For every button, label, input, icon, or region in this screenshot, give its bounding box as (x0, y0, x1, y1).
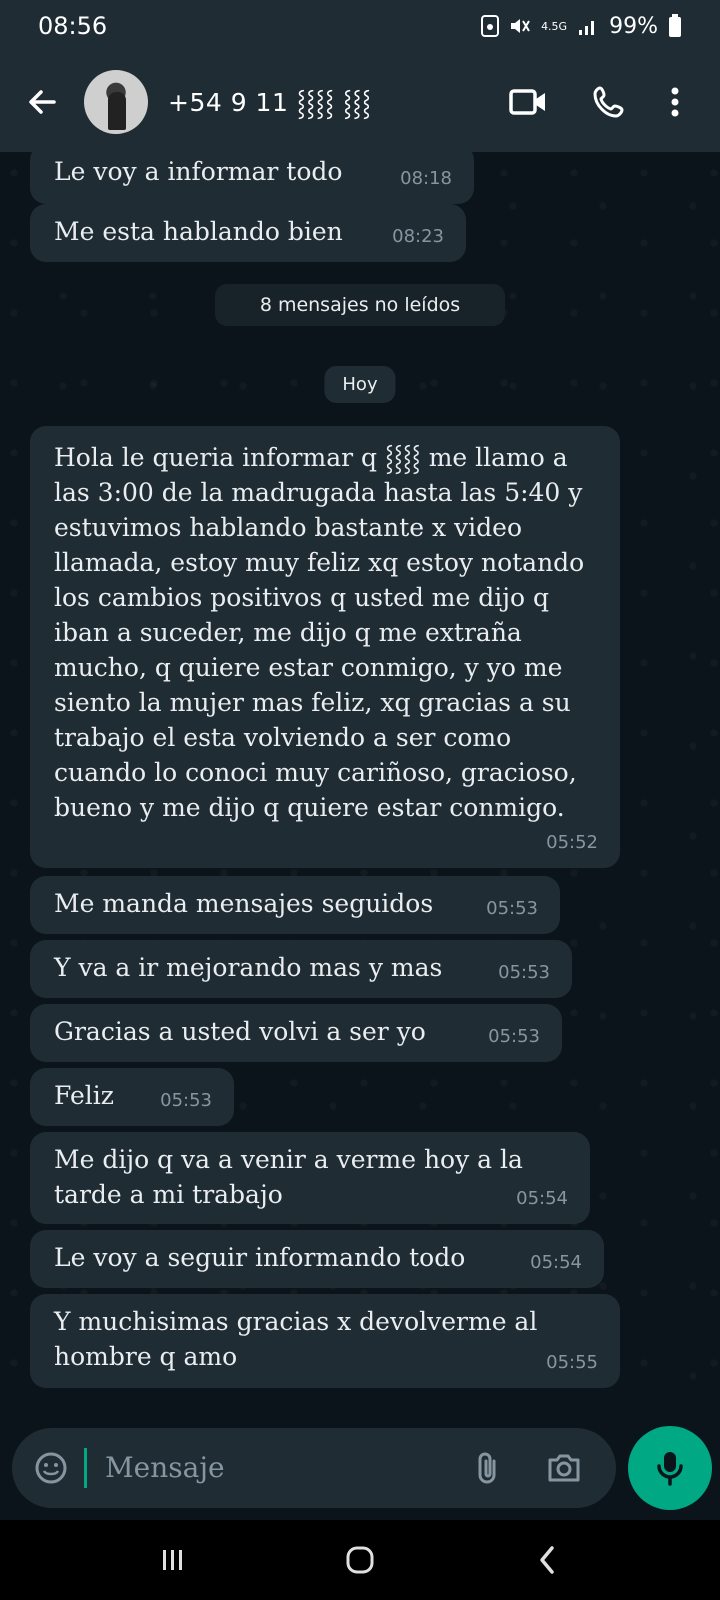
recent-apps-icon[interactable] (143, 1546, 203, 1574)
message-bubble[interactable]: Gracias a usted volvi a ser yo 05:53 (30, 1004, 562, 1062)
message-bubble[interactable]: Me manda mensajes seguidos 05:53 (30, 876, 560, 934)
back-button[interactable] (0, 52, 84, 152)
message-time: 05:53 (488, 1026, 540, 1047)
unread-messages-banner: 8 mensajes no leídos (215, 284, 505, 326)
message-text: Le voy a informar todo (54, 157, 343, 186)
message-input-box[interactable]: Mensaje (12, 1428, 616, 1508)
message-text: Le voy a seguir informando todo (54, 1243, 466, 1272)
contact-name[interactable]: +54 9 11 ⸾⸾⸾⸾ ⸾⸾⸾ (168, 85, 508, 119)
message-bubble[interactable]: Me dijo q va a venir a verme hoy a la ta… (30, 1132, 590, 1224)
message-time: 05:52 (546, 832, 598, 853)
message-time: 05:53 (498, 962, 550, 983)
back-arrow-icon (29, 90, 56, 114)
network-type: 4.5G (541, 19, 568, 33)
camera-icon[interactable] (546, 1452, 582, 1484)
message-text: Gracias a usted volvi a ser yo (54, 1017, 426, 1046)
message-text: Feliz (54, 1081, 114, 1110)
status-icons: 4.5G 99% (481, 14, 682, 39)
message-text: Y muchisimas gracias x devolverme al hom… (54, 1307, 538, 1371)
video-call-icon[interactable] (508, 87, 548, 117)
message-time: 05:53 (160, 1090, 212, 1111)
battery-icon (669, 14, 681, 37)
chat-area[interactable]: Le voy a informar todo 08:18 Me esta hab… (0, 152, 720, 1420)
signal-icon (579, 21, 595, 35)
system-nav-bar (0, 1520, 720, 1600)
message-input[interactable]: Mensaje (84, 1448, 474, 1488)
mute-icon (511, 19, 530, 33)
message-text: Me dijo q va a venir a verme hoy a la ta… (54, 1145, 523, 1209)
chat-header: +54 9 11 ⸾⸾⸾⸾ ⸾⸾⸾ (0, 52, 720, 152)
phone-icon[interactable] (592, 85, 626, 119)
message-text: Y va a ir mejorando mas y mas (54, 953, 443, 982)
status-time: 08:56 (38, 12, 108, 40)
message-time: 08:23 (392, 226, 444, 247)
mic-icon (657, 1452, 683, 1486)
message-bubble[interactable]: Le voy a seguir informando todo 05:54 (30, 1230, 604, 1288)
attach-icon[interactable] (474, 1451, 500, 1485)
screenshot-icon (481, 15, 500, 37)
message-time: 05:53 (486, 898, 538, 919)
voice-message-button[interactable] (628, 1426, 712, 1510)
more-vert-icon[interactable] (670, 86, 680, 118)
emoji-icon[interactable] (34, 1451, 68, 1485)
status-bar: 08:56 4.5G 99% (0, 0, 720, 52)
message-bubble[interactable]: Y va a ir mejorando mas y mas 05:53 (30, 940, 572, 998)
date-divider: Hoy (324, 366, 396, 403)
message-composer: Mensaje (0, 1420, 720, 1520)
message-text: Hola le queria informar q ⸾⸾⸾⸾ me llamo … (54, 443, 585, 822)
message-bubble[interactable]: Hola le queria informar q ⸾⸾⸾⸾ me llamo … (30, 426, 620, 868)
back-nav-icon[interactable] (517, 1544, 577, 1576)
message-bubble[interactable]: Feliz 05:53 (30, 1068, 234, 1126)
message-bubble[interactable]: Le voy a informar todo 08:18 (30, 152, 474, 204)
message-time: 08:18 (400, 168, 452, 189)
message-bubble[interactable]: Me esta hablando bien 08:23 (30, 204, 466, 262)
home-icon[interactable] (330, 1544, 390, 1576)
message-time: 05:54 (516, 1188, 568, 1209)
message-time: 05:54 (530, 1252, 582, 1273)
message-time: 05:55 (546, 1352, 598, 1373)
message-text: Me esta hablando bien (54, 217, 343, 246)
avatar[interactable] (84, 70, 148, 134)
header-actions (508, 85, 720, 119)
message-text: Me manda mensajes seguidos (54, 889, 434, 918)
message-bubble[interactable]: Y muchisimas gracias x devolverme al hom… (30, 1294, 620, 1388)
battery-text: 99% (609, 13, 658, 39)
